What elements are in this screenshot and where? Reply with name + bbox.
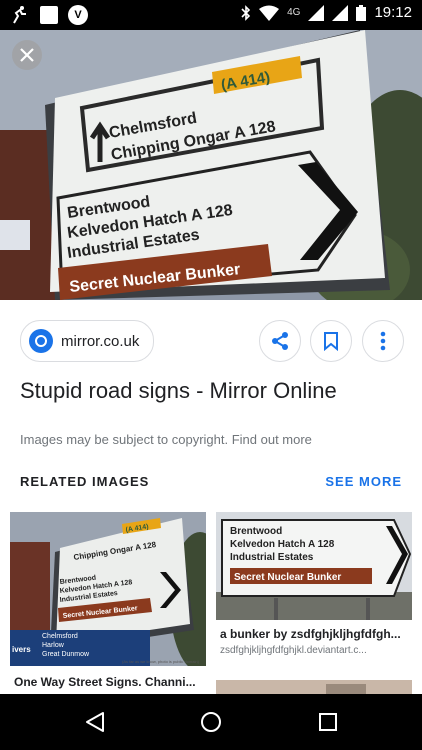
more-vert-icon <box>380 331 386 351</box>
card1-credit: (As far as we know, photo is public doma… <box>122 659 200 664</box>
close-button[interactable] <box>12 40 42 70</box>
hero-sign-photo: (A 414) Chelmsford Chipping Ongar A 128 … <box>0 30 422 300</box>
battery-icon <box>356 4 367 21</box>
share-icon <box>272 332 288 350</box>
home-icon[interactable] <box>200 711 222 733</box>
network-type: 4G <box>287 7 301 18</box>
bookmark-icon <box>324 332 338 351</box>
wifi-icon <box>259 5 280 21</box>
card1-lower-l3: Great Dunmow <box>42 651 90 658</box>
related-card-3-image[interactable] <box>216 680 412 694</box>
see-more-link[interactable]: SEE MORE <box>325 474 402 489</box>
notification-square-icon <box>40 6 58 24</box>
close-icon <box>20 48 34 62</box>
card2-sign-l1: Brentwood <box>230 526 282 537</box>
related-card-2-image[interactable]: Brentwood Kelvedon Hatch A 128 Industria… <box>216 512 412 620</box>
card1-lower-l2: Harlow <box>42 642 65 649</box>
vivaldi-icon: V <box>68 5 88 25</box>
source-domain: mirror.co.uk <box>61 332 140 350</box>
card2-sign-l2: Kelvedon Hatch A 128 <box>230 539 335 550</box>
signal-2-icon <box>332 4 349 21</box>
save-button[interactable] <box>310 320 352 362</box>
clock: 19:12 <box>374 4 412 21</box>
recents-icon[interactable] <box>318 712 338 732</box>
more-options-button[interactable] <box>362 320 404 362</box>
bluetooth-icon <box>241 4 251 21</box>
related-card-3-detail <box>326 684 366 694</box>
hero-image[interactable]: (A 414) Chelmsford Chipping Ongar A 128 … <box>0 30 422 300</box>
related-card-1-photo: (A 414) Chipping Ongar A 128 Brentwood K… <box>10 512 206 666</box>
system-nav-bar <box>0 694 422 750</box>
related-card-1-image[interactable]: (A 414) Chipping Ongar A 128 Brentwood K… <box>10 512 206 666</box>
activity-icon <box>13 6 26 24</box>
related-card-2-title[interactable]: a bunker by zsdfghjkljhgfdfgh... <box>220 627 408 641</box>
status-right: 4G 19:12 <box>241 4 412 21</box>
related-card-1-title[interactable]: One Way Street Signs. Channi... <box>14 675 206 689</box>
card1-lower-l1: Chelmsford <box>42 633 78 640</box>
card2-sign-l3: Industrial Estates <box>230 552 314 563</box>
card2-sign-bottom: Secret Nuclear Bunker <box>234 572 341 583</box>
share-button[interactable] <box>259 320 301 362</box>
globe-icon <box>29 329 53 353</box>
source-chip[interactable]: mirror.co.uk <box>20 320 155 362</box>
status-left-icons: V <box>10 5 88 25</box>
signal-icon <box>308 4 325 21</box>
back-icon[interactable] <box>84 711 106 733</box>
related-images-heading: RELATED IMAGES <box>20 474 150 489</box>
related-card-2-source[interactable]: zsdfghjkljhgfdfghjkl.deviantart.c... <box>220 645 408 656</box>
result-title[interactable]: Stupid road signs - Mirror Online <box>20 378 337 404</box>
status-bar: V 4G 19:12 <box>0 0 422 30</box>
copyright-note[interactable]: Images may be subject to copyright. Find… <box>20 432 312 447</box>
card1-lower-frag: ivers <box>12 645 31 654</box>
related-card-2-photo: Brentwood Kelvedon Hatch A 128 Industria… <box>216 512 412 620</box>
